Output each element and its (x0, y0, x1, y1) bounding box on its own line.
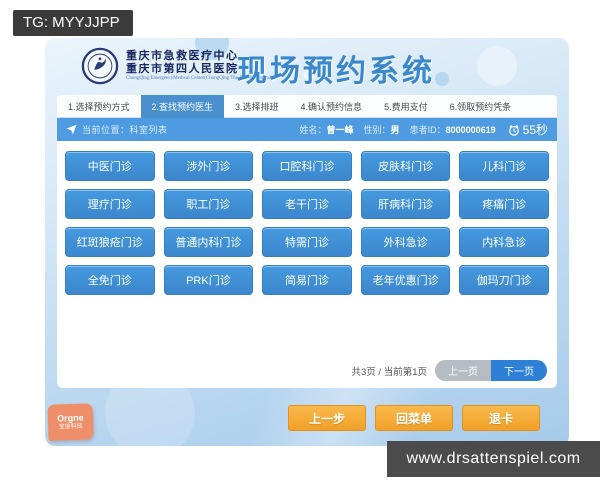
tab-step-5-payment[interactable]: 5.费用支付 (373, 95, 439, 118)
page-summary: 共3页 / 当前第1页 (351, 366, 428, 378)
dept-button[interactable]: 皮肤科门诊 (360, 151, 451, 181)
tab-step-3-choose-schedule[interactable]: 3.选择排班 (224, 95, 290, 118)
dept-button[interactable]: 内科急诊 (459, 227, 549, 257)
page-title: 现场预约系统 (237, 55, 435, 88)
name-value: 曾一峰 (326, 125, 354, 135)
tab-step-4-confirm-info[interactable]: 4.确认预约信息 (290, 95, 374, 118)
gender-value: 男 (390, 125, 400, 135)
website-watermark-bar: www.drsattenspiel.com (387, 441, 600, 477)
dept-button[interactable]: 儿科门诊 (459, 151, 549, 181)
back-step-button[interactable]: 上一步 (288, 405, 366, 431)
department-panel: 中医门诊 涉外门诊 口腔科门诊 皮肤科门诊 儿科门诊 理疗门诊 职工门诊 老干门… (57, 141, 557, 388)
hospital-logo-icon (81, 47, 119, 85)
dept-button[interactable]: 口腔科门诊 (262, 151, 352, 181)
pagination: 共3页 / 当前第1页 上一页 下一页 (351, 360, 547, 381)
step-tabbar: 1.选择预约方式 2.查找预约医生 3.选择排班 4.确认预约信息 5.费用支付… (57, 95, 557, 118)
dept-button[interactable]: 老干门诊 (262, 189, 352, 219)
dept-button[interactable]: 涉外门诊 (163, 151, 254, 181)
return-menu-button[interactable]: 回菜单 (375, 405, 453, 431)
tab-step-2-find-doctor[interactable]: 2.查找预约医生 (140, 95, 225, 118)
footer-actions: 上一步 回菜单 退卡 (288, 405, 540, 431)
eject-card-button[interactable]: 退卡 (462, 405, 540, 431)
name-label: 姓名： (299, 125, 327, 135)
gender-label: 性别： (363, 125, 391, 135)
prev-page-button[interactable]: 上一页 (435, 360, 491, 381)
paper-plane-icon (66, 124, 77, 135)
dept-button[interactable]: 老年优惠门诊 (360, 265, 451, 295)
patient-id-value: 8000000619 (445, 124, 496, 135)
tab-step-6-get-ticket[interactable]: 6.领取预约凭条 (439, 95, 523, 118)
tg-watermark-label: TG: MYYJJPP (13, 10, 133, 36)
dept-button[interactable]: 中医门诊 (65, 151, 155, 181)
vendor-watermark-line2: 宝信科技 (58, 423, 83, 431)
dept-button[interactable]: 简易门诊 (262, 265, 352, 295)
countdown-timer: 55秒 (522, 123, 548, 137)
next-page-button[interactable]: 下一页 (491, 360, 547, 381)
dept-button[interactable]: 外科急诊 (360, 227, 451, 257)
patient-id-label: 患者ID： (409, 125, 446, 135)
tab-step-1-choose-method[interactable]: 1.选择预约方式 (57, 95, 141, 118)
header: 重庆市急救医疗中心 重庆市第四人民医院 ChongQing EmergencyM… (45, 38, 569, 94)
department-grid: 中医门诊 涉外门诊 口腔科门诊 皮肤科门诊 儿科门诊 理疗门诊 职工门诊 老干门… (65, 151, 549, 295)
dept-button[interactable]: 伽玛刀门诊 (459, 265, 549, 295)
dept-button[interactable]: 特需门诊 (262, 227, 352, 257)
dept-button[interactable]: 理疗门诊 (65, 189, 155, 219)
dept-button[interactable]: 红斑狼疮门诊 (65, 227, 155, 257)
dept-button[interactable]: 肝病科门诊 (360, 189, 451, 219)
dept-button[interactable]: 全免门诊 (65, 265, 155, 295)
dept-button[interactable]: 疼痛门诊 (459, 189, 549, 219)
kiosk-screen: 重庆市急救医疗中心 重庆市第四人民医院 ChongQing EmergencyM… (45, 38, 569, 446)
vendor-watermark: Orgne 宝信科技 (47, 403, 94, 441)
clock-icon (508, 124, 519, 136)
info-bar: 当前位置：科室列表 姓名： 曾一峰 性别： 男 患者ID： 8000000619… (57, 118, 557, 141)
dept-button[interactable]: PRK门诊 (163, 265, 254, 295)
current-location-text: 当前位置：科室列表 (82, 125, 168, 135)
dept-button[interactable]: 职工门诊 (163, 189, 254, 219)
dept-button[interactable]: 普通内科门诊 (163, 227, 254, 257)
